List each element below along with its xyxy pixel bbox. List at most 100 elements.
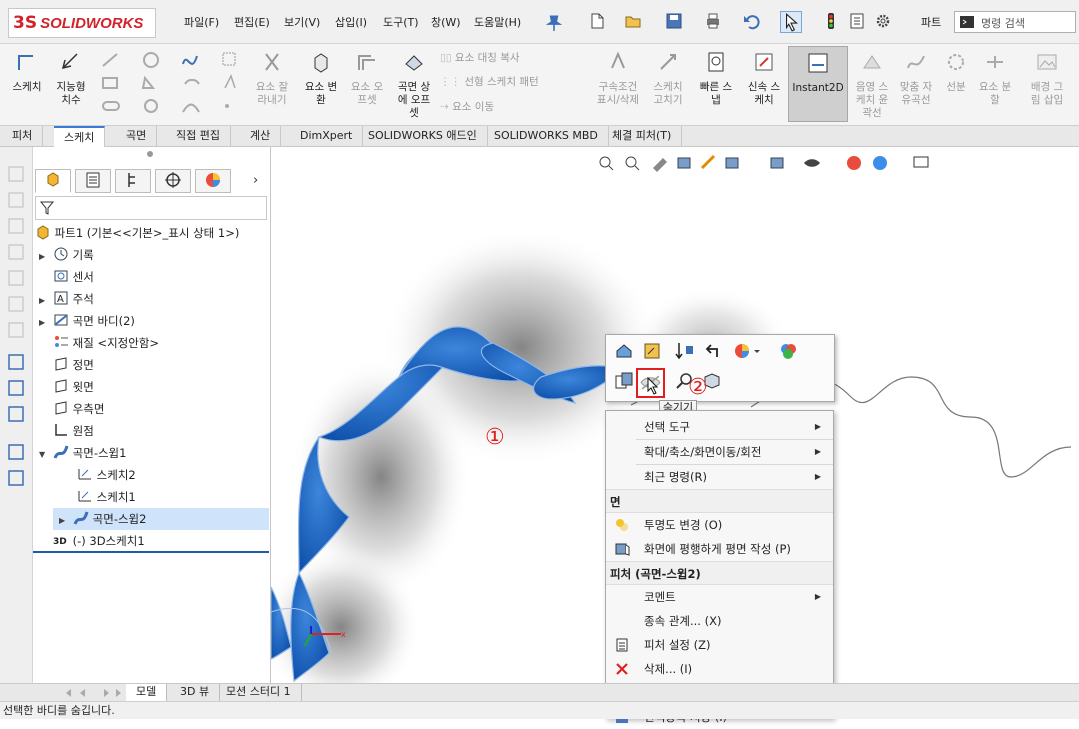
menu-help[interactable]: 도움말(H): [474, 14, 521, 30]
tree-item[interactable]: ▶ A 주석: [33, 288, 269, 310]
context-menu-item[interactable]: 확대/축소/화면이동/회전 ▶: [606, 440, 833, 464]
tab-features[interactable]: 피처: [2, 126, 44, 147]
menu-edit[interactable]: 편집(E): [234, 14, 270, 30]
print-icon[interactable]: [704, 12, 722, 30]
tab-configurationmanager[interactable]: [115, 169, 151, 193]
options-gear-icon[interactable]: [874, 12, 892, 30]
tab-featuremanager[interactable]: [35, 169, 71, 193]
heads-up-view-toolbar[interactable]: [596, 154, 976, 172]
tab-propertymanager[interactable]: [75, 169, 111, 193]
sketch-tools-strip-icon[interactable]: [7, 165, 27, 635]
tab-solidworks-mbd[interactable]: SOLIDWORKS MBD: [484, 126, 609, 147]
tab-scroll-arrows-icon[interactable]: [60, 686, 124, 700]
edit-sketch-icon[interactable]: [642, 341, 662, 361]
tree-item[interactable]: 원점: [33, 420, 269, 442]
parent-child-icon[interactable]: [704, 341, 724, 361]
tab-model[interactable]: 모델: [126, 684, 168, 701]
copy-feature-icon[interactable]: [614, 371, 634, 391]
tab-sketch[interactable]: 스케치: [54, 126, 106, 147]
solidworks-logo[interactable]: 3S SOLIDWORKS: [8, 8, 156, 38]
tree-item[interactable]: ▶ 곡면-스윕2: [53, 508, 269, 530]
annotation-marker-two: ②: [688, 375, 708, 400]
mirror-entities-button[interactable]: ▯▯ 요소 대칭 복사: [440, 52, 520, 65]
tree-item[interactable]: ▼ 곡면-스윕1: [33, 442, 269, 464]
offset-entities-button[interactable]: 요소 오 프셋: [345, 50, 389, 107]
new-document-icon[interactable]: [588, 12, 606, 30]
collapse-caret-icon[interactable]: ▼: [39, 444, 53, 466]
tab-3d-views[interactable]: 3D 뷰: [170, 684, 221, 701]
display-states-icon[interactable]: [778, 341, 800, 361]
menu-insert[interactable]: 삽입(I): [335, 14, 367, 30]
menu-tools[interactable]: 도구(T): [383, 14, 419, 30]
tree-item[interactable]: 윗면: [33, 376, 269, 398]
tab-fastening-features[interactable]: 체결 피처(T): [602, 126, 683, 147]
context-menu-item[interactable]: 삭제... (I): [606, 657, 833, 681]
tree-item[interactable]: 센서: [33, 266, 269, 288]
tree-item[interactable]: ▶ 곡면 바디(2): [33, 310, 269, 332]
display-delete-relations-button[interactable]: 구속조건 표시/삭제: [590, 50, 646, 107]
context-menu-item[interactable]: 투명도 변경 (O): [606, 513, 833, 537]
sketch-button[interactable]: 스케치: [6, 50, 48, 94]
offset-on-surface-button[interactable]: 곡면 상 에 오프 셋: [392, 50, 436, 120]
rebuild-icon[interactable]: [822, 12, 840, 30]
undo-icon[interactable]: [742, 12, 760, 30]
rollback-bar[interactable]: [33, 551, 269, 553]
shaded-sketch-contours-button[interactable]: 음영 스 케치 윤 곽선: [850, 50, 894, 120]
tab-dimxpertmanager[interactable]: [155, 169, 191, 193]
file-properties-icon[interactable]: [848, 12, 866, 30]
split-entities-button[interactable]: 요소 분 할: [974, 50, 1016, 107]
tab-evaluate[interactable]: 계산: [240, 126, 282, 147]
repair-sketch-button[interactable]: 스케치 고치기: [646, 50, 690, 107]
fit-spline-button[interactable]: 맞춤 자 유곡선: [894, 50, 938, 107]
tab-displaymanager[interactable]: [195, 169, 231, 193]
edit-feature-icon[interactable]: [614, 341, 634, 361]
tab-solidworks-addins[interactable]: SOLIDWORKS 애드인: [358, 126, 488, 147]
expand-caret-icon[interactable]: ▶: [59, 510, 73, 532]
tree-item[interactable]: 3D (-) 3D스케치1: [33, 530, 269, 552]
segment-button[interactable]: 선분: [938, 50, 974, 94]
context-menu-item[interactable]: 화면에 평행하게 평면 작성 (P): [606, 537, 833, 561]
tree-root-part[interactable]: 파트1 (기본<<기본>_표시 상태 1>): [33, 222, 269, 244]
tree-item[interactable]: 스케치2: [33, 464, 269, 486]
rollback-icon[interactable]: [674, 341, 696, 361]
menu-file[interactable]: 파일(F): [184, 14, 219, 30]
move-entities-button[interactable]: ⇢ 요소 이동: [440, 101, 494, 114]
pin-icon[interactable]: [545, 14, 563, 32]
context-menu-item[interactable]: 피처 설정 (Z): [606, 633, 833, 657]
expand-caret-icon[interactable]: ▶: [39, 312, 53, 334]
quick-snaps-button[interactable]: 빠른 스 냅: [694, 50, 738, 107]
rapid-sketch-button[interactable]: 신속 스 케치: [742, 50, 786, 107]
tab-surfaces[interactable]: 곡면: [116, 126, 158, 147]
open-icon[interactable]: [624, 12, 642, 30]
save-icon[interactable]: [665, 12, 683, 30]
menu-window[interactable]: 창(W): [431, 14, 461, 30]
select-tool-button[interactable]: [780, 11, 802, 33]
tree-item[interactable]: 우측면: [33, 398, 269, 420]
expand-caret-icon[interactable]: ▶: [39, 290, 53, 312]
expand-caret-icon[interactable]: ▶: [39, 246, 53, 268]
context-menu-item[interactable]: 최근 명령(R) ▶: [606, 465, 833, 489]
trim-entities-button[interactable]: 요소 잘 라내기: [250, 50, 294, 107]
tab-motion-study-1[interactable]: 모션 스터디 1: [216, 684, 302, 701]
tab-dimxpert[interactable]: DimXpert: [290, 126, 364, 147]
appearance-icon[interactable]: [732, 341, 762, 361]
tree-item[interactable]: 스케치1: [33, 486, 269, 508]
tree-item[interactable]: 재질 <지정안함>: [33, 332, 269, 354]
panel-grip-dot[interactable]: [147, 151, 153, 157]
sketch-picture-button[interactable]: 배경 그 림 삽입: [1018, 50, 1076, 107]
menu-view[interactable]: 보기(V): [284, 14, 320, 30]
command-search-input[interactable]: 명령 검색: [954, 11, 1076, 33]
convert-entities-button[interactable]: 요소 변 환: [299, 50, 343, 107]
linear-pattern-button[interactable]: ⋮⋮ 선형 스케치 패턴: [440, 76, 539, 89]
smart-dimension-button[interactable]: 지능형 치수: [50, 50, 92, 107]
context-menu-item[interactable]: 종속 관계... (X): [606, 609, 833, 633]
context-menu-item[interactable]: 코멘트 ▶: [606, 585, 833, 609]
tree-item[interactable]: ▶ 기록: [33, 244, 269, 266]
context-menu-item[interactable]: 선택 도구 ▶: [606, 415, 833, 439]
tab-direct-editing[interactable]: 직접 편집: [166, 126, 231, 147]
sketch-entities-group-icon[interactable]: [97, 50, 247, 120]
filter-input[interactable]: [35, 196, 267, 220]
instant2d-button[interactable]: Instant2D: [788, 46, 848, 122]
chevron-right-icon[interactable]: ›: [253, 173, 258, 188]
tree-item[interactable]: 정면: [33, 354, 269, 376]
